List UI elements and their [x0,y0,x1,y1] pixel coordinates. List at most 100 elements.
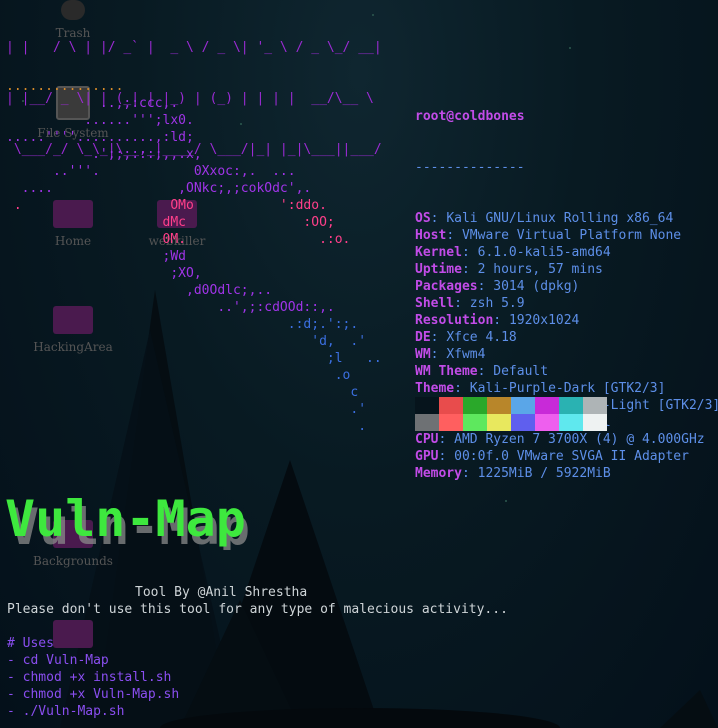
info-colon: : [461,466,478,481]
info-key: Memory [415,466,462,481]
info-colon: : [430,211,447,226]
palette-swatch [487,397,511,414]
logo-line: ..',;:cdOOd::,. [6,299,382,316]
palette-swatch [415,397,439,414]
banner-text: Vuln-Map [5,498,246,548]
usage-line: # Uses [7,636,54,651]
palette-swatch [463,397,487,414]
logo-line: .... ,ONkc;,;cokOdc',. [6,180,382,197]
logo-segment: ;l .. [6,351,382,366]
info-colon: : [454,296,470,311]
info-colon: : [493,313,509,328]
info-row: GPU: 00:0f.0 VMware SVGA II Adapter [415,448,718,465]
logo-segment: dMc :OO; [6,215,335,230]
info-key: GPU [415,449,439,464]
logo-segment: .';;;:::;,,.x, [6,147,202,162]
palette-swatch [511,397,535,414]
logo-line: . [6,418,382,435]
logo-line: .:d;.':;. [6,316,382,333]
info-colon: : [438,432,455,447]
logo-line: .....''''..........,:ld; [6,129,382,146]
palette-swatch [415,414,439,431]
logo-line: ,d0Odlc;,.. [6,282,382,299]
info-row: Uptime: 2 hours, 57 mins [415,261,718,278]
info-key: Packages [415,279,478,294]
logo-segment: ..,;:ccc,. [6,96,179,111]
logo-line: ............... [6,78,382,95]
info-colon: : [454,381,470,396]
logo-line: .' [6,401,382,418]
logo-segment: ............... [6,79,124,94]
usage-line: - ./Vuln-Map.sh [7,704,125,719]
logo-segment: c [6,385,359,400]
info-colon: : [477,364,494,379]
info-colon: : [438,449,455,464]
info-key: Resolution [415,313,494,328]
star [569,47,571,49]
palette-swatch [463,414,487,431]
info-colon: : [477,279,494,294]
info-colon: : [430,347,447,362]
usage-warning: Please don't use this tool for any type … [7,602,508,617]
tool-credit: Tool By @Anil Shrestha [135,585,308,600]
palette-swatch [535,397,559,414]
info-key: OS [415,211,431,226]
logo-line: .';;;:::;,,.x, [6,146,382,163]
palette-swatch [439,397,463,414]
logo-line: ..'''. 0Xxoc:,. ... [6,163,382,180]
logo-line: 0M. .:o. [6,231,382,248]
palette-swatch [487,414,511,431]
info-row: Host: VMware Virtual Platform None [415,227,718,244]
info-colon: : [461,262,478,277]
info-row: Kernel: 6.1.0-kali5-amd64 [415,244,718,261]
star [505,500,507,502]
info-key: Host [415,228,447,243]
logo-line: ;XO, [6,265,382,282]
info-value: zsh 5.9 [469,296,525,311]
info-row: WM Theme: Default [415,363,718,380]
logo-segment: ;XO, [6,266,202,281]
logo-line: 'd, .' [6,333,382,350]
desktop-icon-label: Backgrounds [33,554,113,568]
info-row: Packages: 3014 (dpkg) [415,278,718,295]
info-value: Kali-Purple-Dark [GTK2/3] [469,381,666,396]
info-separator: -------------- [415,160,525,175]
info-row: Theme: Kali-Purple-Dark [GTK2/3] [415,380,718,397]
info-value: 1225MiB / 5922MiB [477,466,611,481]
neofetch-system-info: root@coldbones -------------- OS: Kali G… [415,74,718,499]
logo-line: dMc :OO; [6,214,382,231]
palette-swatch [583,414,607,431]
logo-segment: . [6,419,367,434]
logo-segment: ......''';lx0. [6,113,194,128]
info-key: CPU [415,432,439,447]
info-rows: OS: Kali GNU/Linux Rolling x86_64 Host: V… [415,210,718,482]
info-value: 6.1.0-kali5-amd64 [477,245,611,260]
usage-line: - cd Vuln-Map [7,653,109,668]
logo-segment: .....''''..........,:ld; [6,130,194,145]
logo-line: ;l .. [6,350,382,367]
info-value: 3014 (dpkg) [493,279,580,294]
info-value: Default [493,364,549,379]
logo-segment: ..'''. 0Xxoc:,. ... [6,164,296,179]
info-value: Xfce 4.18 [446,330,517,345]
info-row: Resolution: 1920x1024 [415,312,718,329]
info-key: Kernel [415,245,462,260]
info-row: WM: Xfwm4 [415,346,718,363]
info-key: Theme [415,381,455,396]
info-value: Xfwm4 [446,347,486,362]
logo-segment: . OMo ':ddo. [6,198,327,213]
info-row: OS: Kali GNU/Linux Rolling x86_64 [415,210,718,227]
kali-ascii-logo: ............... ..,;:ccc,. ......''';lx0… [6,78,382,435]
info-value: 00:0f.0 VMware SVGA II Adapter [454,449,689,464]
logo-line: ;Wd [6,248,382,265]
user-host: root@coldbones [415,109,525,124]
usage-line: - chmod +x install.sh [7,670,172,685]
logo-segment: .... ,ONkc;,;cokOdc',. [6,181,312,196]
info-colon: : [430,330,447,345]
usage-instructions: # Uses - cd Vuln-Map - chmod +x install.sh… [7,635,179,720]
info-colon: : [461,245,478,260]
info-key: Uptime [415,262,462,277]
logo-line: ......''';lx0. [6,112,382,129]
palette-swatch [439,414,463,431]
info-row: DE: Xfce 4.18 [415,329,718,346]
